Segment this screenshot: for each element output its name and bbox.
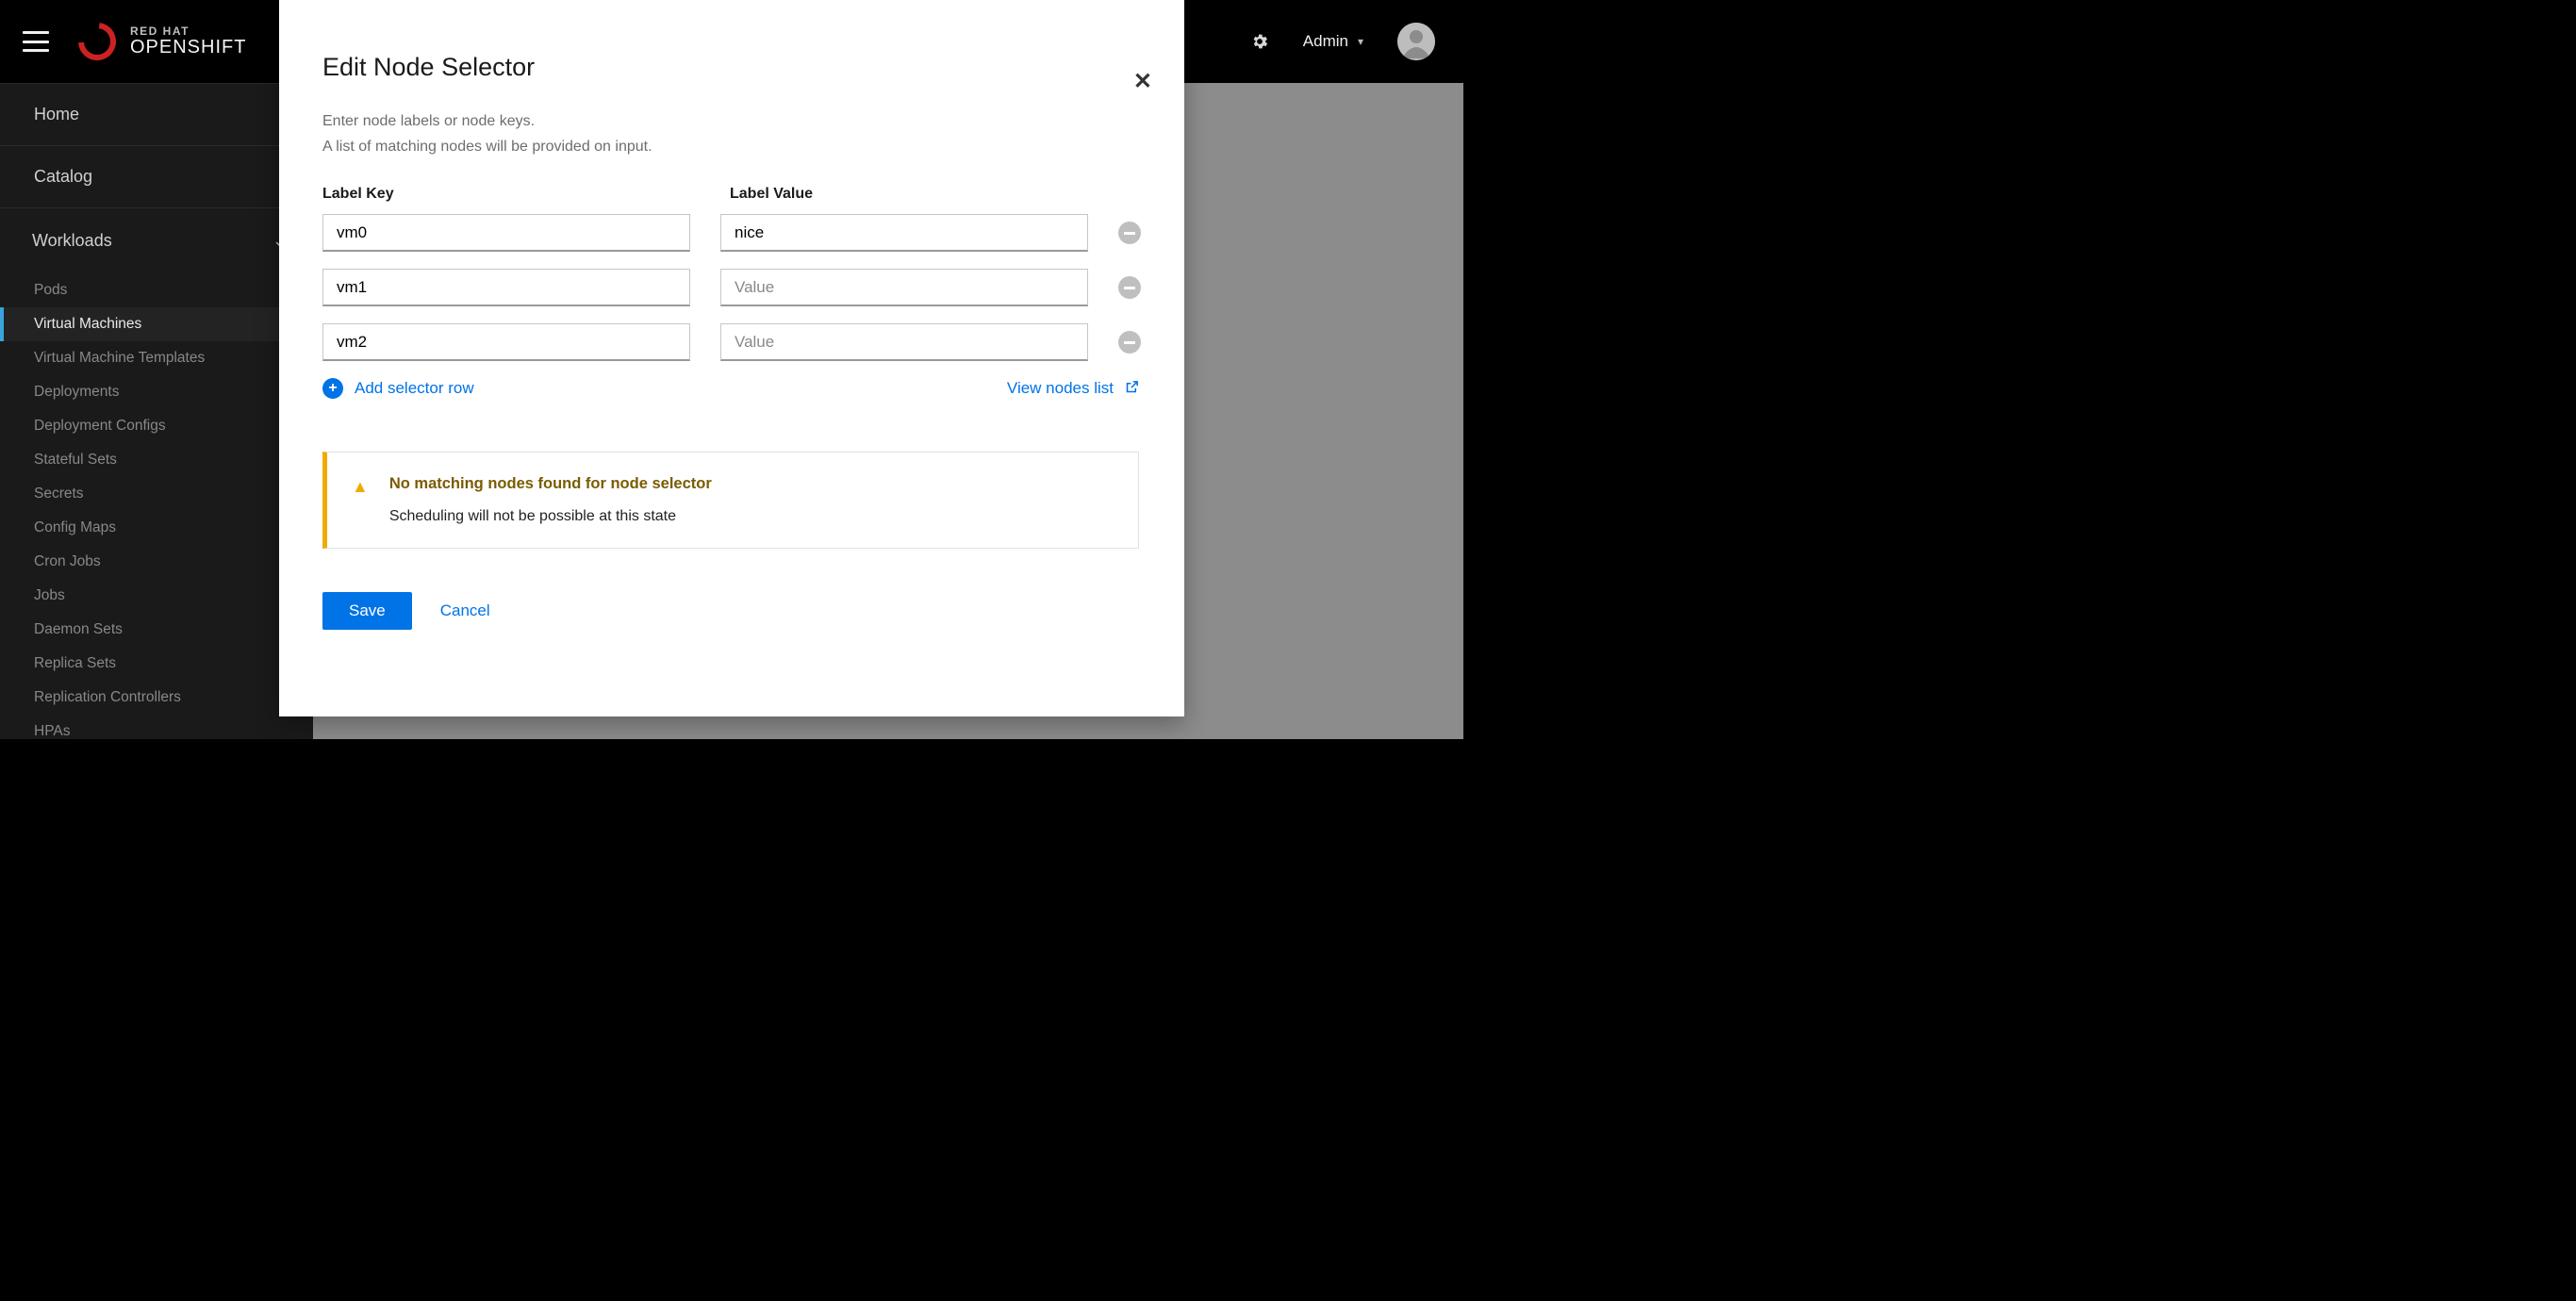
alert-body-text: Scheduling will not be possible at this …: [389, 508, 712, 525]
sidebar-item-cron-jobs[interactable]: Cron Jobs: [0, 545, 313, 579]
selector-row: [322, 214, 1141, 252]
sidebar-item-virtual-machines[interactable]: Virtual Machines: [0, 307, 313, 341]
sidebar-item-deployments[interactable]: Deployments: [0, 375, 313, 409]
avatar[interactable]: [1397, 23, 1435, 60]
hamburger-menu-button[interactable]: [23, 31, 49, 52]
remove-row-button[interactable]: [1118, 331, 1141, 354]
label-key-input[interactable]: [322, 269, 690, 306]
sidebar-item-stateful-sets[interactable]: Stateful Sets: [0, 443, 313, 477]
save-button[interactable]: Save: [322, 592, 412, 630]
minus-icon: [1124, 287, 1135, 289]
sidebar-item-daemon-sets[interactable]: Daemon Sets: [0, 613, 313, 647]
sidebar-item-hpas[interactable]: HPAs: [0, 715, 313, 739]
column-header-key: Label Key: [322, 186, 700, 203]
sidebar-section-workloads[interactable]: Workloads ⌄: [0, 208, 313, 268]
add-selector-row-label: Add selector row: [355, 379, 474, 398]
sidebar-item-vm-templates[interactable]: Virtual Machine Templates: [0, 341, 313, 375]
column-header-value: Label Value: [730, 186, 1107, 203]
sidebar-item-catalog[interactable]: Catalog: [0, 146, 313, 208]
sidebar-item-secrets[interactable]: Secrets: [0, 477, 313, 511]
sidebar-item-deployment-configs[interactable]: Deployment Configs: [0, 409, 313, 443]
label-value-input[interactable]: [720, 214, 1088, 252]
selector-row: [322, 269, 1141, 306]
brand-logo[interactable]: RED HAT OPENSHIFT: [77, 22, 246, 61]
sidebar: Home Catalog Workloads ⌄ Pods Virtual Ma…: [0, 83, 313, 739]
sidebar-section-label: Workloads: [32, 231, 112, 251]
label-key-input[interactable]: [322, 214, 690, 252]
plus-circle-icon: +: [322, 378, 343, 399]
view-nodes-list-link[interactable]: View nodes list: [1007, 379, 1139, 398]
sidebar-item-home[interactable]: Home: [0, 83, 313, 146]
modal-title: Edit Node Selector: [322, 53, 1141, 82]
warning-icon: ▲: [352, 477, 369, 497]
settings-gear-icon[interactable]: [1250, 32, 1269, 51]
modal-description-line: A list of matching nodes will be provide…: [322, 134, 1141, 159]
brand-top: RED HAT: [130, 25, 246, 38]
alert-title: No matching nodes found for node selecto…: [389, 475, 712, 493]
selector-row: [322, 323, 1141, 361]
sidebar-item-replication-controllers[interactable]: Replication Controllers: [0, 681, 313, 715]
brand-bottom: OPENSHIFT: [130, 38, 246, 58]
edit-node-selector-modal: ✕ Edit Node Selector Enter node labels o…: [279, 0, 1184, 716]
label-value-input[interactable]: [720, 269, 1088, 306]
openshift-logo-icon: [77, 22, 117, 61]
sidebar-item-config-maps[interactable]: Config Maps: [0, 511, 313, 545]
add-selector-row-button[interactable]: + Add selector row: [322, 378, 474, 399]
external-link-icon: [1125, 380, 1139, 398]
remove-row-button[interactable]: [1118, 222, 1141, 244]
sidebar-item-replica-sets[interactable]: Replica Sets: [0, 647, 313, 681]
modal-description-line: Enter node labels or node keys.: [322, 108, 1141, 134]
user-menu-dropdown[interactable]: Admin ▾: [1303, 32, 1363, 51]
minus-icon: [1124, 232, 1135, 235]
modal-close-button[interactable]: ✕: [1133, 68, 1152, 95]
cancel-button[interactable]: Cancel: [440, 601, 490, 620]
minus-icon: [1124, 341, 1135, 344]
close-icon: ✕: [1133, 69, 1152, 94]
remove-row-button[interactable]: [1118, 276, 1141, 299]
sidebar-item-pods[interactable]: Pods: [0, 273, 313, 307]
user-menu-label: Admin: [1303, 32, 1348, 51]
chevron-down-icon: ▾: [1358, 35, 1363, 48]
modal-description: Enter node labels or node keys. A list o…: [322, 108, 1141, 159]
label-key-input[interactable]: [322, 323, 690, 361]
label-value-input[interactable]: [720, 323, 1088, 361]
sidebar-item-jobs[interactable]: Jobs: [0, 579, 313, 613]
view-nodes-list-label: View nodes list: [1007, 379, 1114, 398]
warning-alert: ▲ No matching nodes found for node selec…: [322, 452, 1139, 549]
